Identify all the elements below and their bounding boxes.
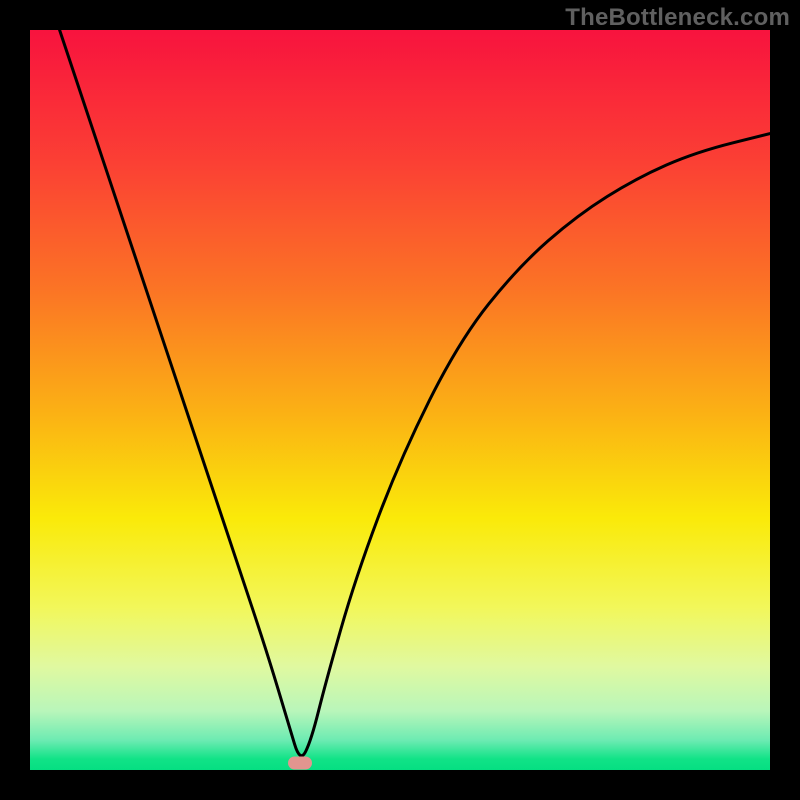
watermark-text: TheBottleneck.com — [565, 4, 790, 32]
bottleneck-marker — [288, 756, 312, 769]
curve-line — [30, 30, 770, 770]
plot-area-border — [30, 30, 770, 770]
chart-frame: TheBottleneck.com — [0, 0, 800, 800]
plot-area — [30, 30, 770, 770]
